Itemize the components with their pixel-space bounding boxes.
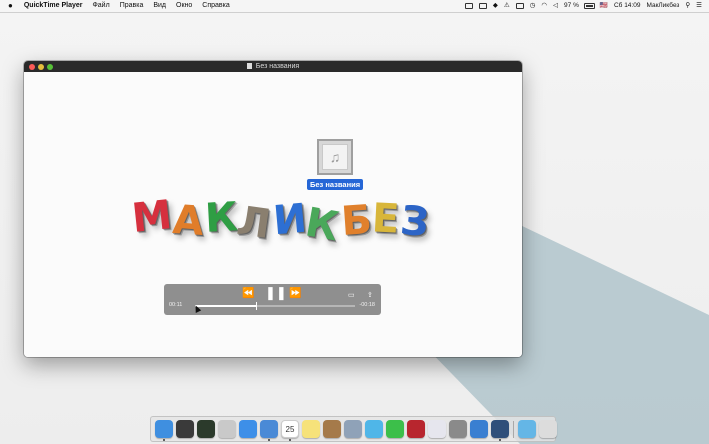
dock-photos-icon[interactable] <box>344 420 362 438</box>
scrubber-progress <box>195 305 256 307</box>
audio-file-icon[interactable]: ♫ <box>317 139 353 175</box>
logo-letter: Б <box>339 196 374 245</box>
maclikbez-logo: МАКЛИКБЕЗ <box>129 192 431 250</box>
dock-rocket-icon[interactable] <box>218 420 236 438</box>
window-title-text: Без названия <box>255 63 300 70</box>
airplay-icon[interactable] <box>515 3 524 9</box>
music-note-icon: ♫ <box>322 144 348 170</box>
dock-app-store-icon[interactable] <box>470 420 488 438</box>
logo-letter: М <box>129 192 175 242</box>
scrubber-handle[interactable] <box>255 302 257 310</box>
dock-running-indicator <box>289 439 291 441</box>
rewind-icon[interactable]: ⏪ <box>242 288 254 300</box>
menu-edit[interactable]: Правка <box>115 0 149 12</box>
dock-downloads-icon[interactable] <box>518 420 536 438</box>
dock-safari-icon[interactable] <box>239 420 257 438</box>
dock-itunes-icon[interactable] <box>428 420 446 438</box>
clock[interactable]: Сб 14:09 <box>614 0 641 12</box>
dock-quicktime-icon[interactable] <box>491 420 509 438</box>
logo-letter: К <box>203 194 239 242</box>
dock-mail-icon[interactable] <box>260 420 278 438</box>
pause-icon[interactable]: ❚❚ <box>265 286 287 299</box>
fast-forward-icon[interactable]: ⏩ <box>289 288 301 300</box>
dock-running-indicator <box>268 439 270 441</box>
time-machine-icon[interactable]: ◷ <box>530 0 536 12</box>
battery-percent[interactable]: 97 % <box>564 0 579 12</box>
file-name-label[interactable]: Без названия <box>307 179 364 190</box>
menu-view[interactable]: Вид <box>148 0 171 12</box>
dock-launchpad-icon[interactable] <box>176 420 194 438</box>
logo-letter: Е <box>371 195 401 243</box>
dock-finder-icon[interactable] <box>155 420 173 438</box>
logo-letter: К <box>302 199 343 251</box>
dropbox-icon[interactable]: ◆ <box>493 0 498 12</box>
notification-center-icon[interactable]: ☰ <box>696 0 702 12</box>
dock-running-indicator <box>499 439 501 441</box>
menu-window[interactable]: Окно <box>171 0 197 12</box>
quicktime-window: Без названия ♫ Без названия МАКЛИКБЕЗ ⏪ … <box>24 61 522 357</box>
apple-menu-icon[interactable]: ● <box>0 0 19 12</box>
spotlight-icon[interactable]: ⚲ <box>685 0 690 12</box>
menu-file[interactable]: Файл <box>87 0 114 12</box>
dock-notes-icon[interactable] <box>302 420 320 438</box>
user-name[interactable]: МакЛикбез <box>646 0 679 12</box>
airplay-icon[interactable]: ▭ <box>348 290 355 302</box>
input-source-flag-icon[interactable]: 🇺🇸 <box>600 0 608 12</box>
window-title-bar[interactable]: Без названия <box>24 61 522 72</box>
window-title: Без названия <box>24 61 522 72</box>
menu-help[interactable]: Справка <box>197 0 234 12</box>
menu-bar: ● QuickTime Player Файл Правка Вид Окно … <box>0 0 709 13</box>
logo-letter: А <box>170 196 206 246</box>
time-remaining: -00:18 <box>359 302 375 308</box>
dock-messages-icon[interactable] <box>365 420 383 438</box>
wifi-icon[interactable]: ◠ <box>541 0 547 12</box>
battery-icon[interactable] <box>583 3 595 9</box>
scrubber-track[interactable] <box>195 302 355 310</box>
warning-icon[interactable]: ⚠ <box>504 0 510 12</box>
dock-contacts-icon[interactable] <box>323 420 341 438</box>
time-elapsed: 00:11 <box>169 302 183 308</box>
dock-separator <box>513 421 514 438</box>
dock-calendar-icon[interactable]: 25 <box>281 420 299 438</box>
volume-icon[interactable]: ◁ <box>553 0 558 12</box>
dock: 25 <box>150 416 557 442</box>
document-icon <box>246 63 252 69</box>
dock-photo-booth-icon[interactable] <box>407 420 425 438</box>
dock-system-preferences-icon[interactable] <box>449 420 467 438</box>
screen-record-icon[interactable] <box>464 3 473 9</box>
menu-app-name[interactable]: QuickTime Player <box>19 0 88 12</box>
video-area[interactable]: ♫ Без названия МАКЛИКБЕЗ ⏪ ❚❚ ⏩ ▭ ⇪ 00:1… <box>24 72 522 357</box>
logo-letter: Л <box>234 197 274 249</box>
menu-extra-icon[interactable] <box>478 3 487 9</box>
dock-facetime-icon[interactable] <box>386 420 404 438</box>
dock-trash-icon[interactable] <box>539 420 557 438</box>
dock-mission-control-icon[interactable] <box>197 420 215 438</box>
dock-running-indicator <box>163 439 165 441</box>
logo-letter: З <box>397 197 431 247</box>
share-icon[interactable]: ⇪ <box>367 290 373 302</box>
